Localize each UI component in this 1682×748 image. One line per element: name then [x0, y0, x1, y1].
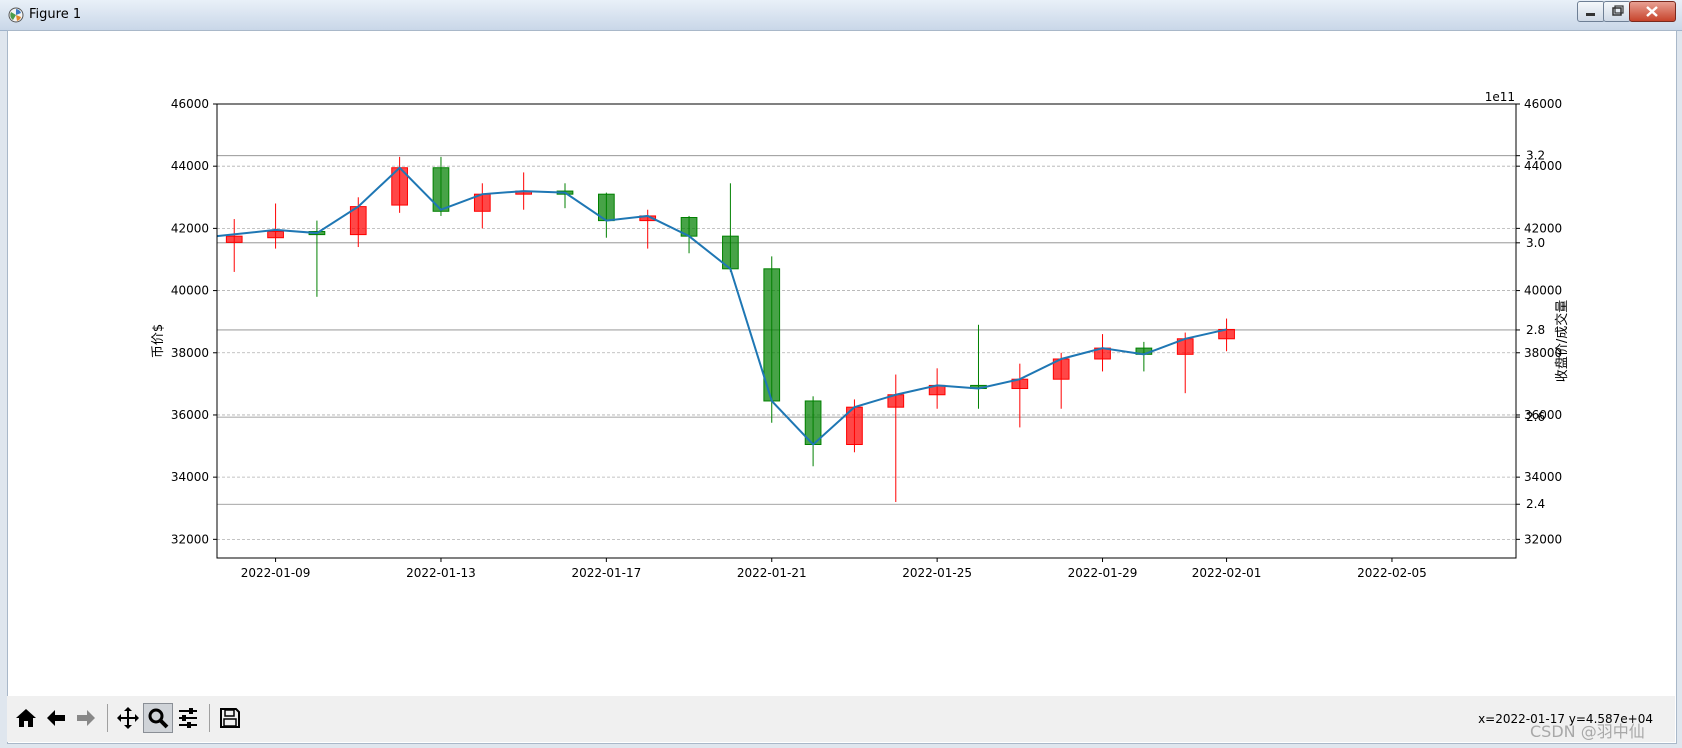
x-tick-label: 2022-01-29: [1068, 566, 1138, 580]
pan-button[interactable]: [113, 703, 143, 733]
back-button[interactable]: [41, 703, 71, 733]
close-button[interactable]: [1629, 1, 1676, 22]
y-axis-volume: 2.4 2.6 2.8 3.0 3.2: [1516, 149, 1545, 511]
right-tick-label: 32000: [1524, 532, 1562, 546]
volume-tick-label: 2.6: [1526, 410, 1545, 424]
maximize-button[interactable]: [1603, 1, 1631, 22]
volume-grid: [217, 155, 1516, 505]
y-tick-label: 34000: [171, 470, 209, 484]
candlestick-chart[interactable]: 2022-01-09 2022-01-13 2022-01-17 2022-01-21…: [8, 31, 1676, 697]
zoom-icon: [148, 708, 169, 729]
y-tick-label: 36000: [171, 408, 209, 422]
candle-body: [225, 235, 243, 243]
close-icon: [1646, 6, 1658, 17]
forward-arrow-icon: [77, 710, 95, 726]
candles: [225, 156, 1235, 503]
y-axis-label-right: 收盘价/成交量: [1554, 300, 1570, 382]
close-line: [216, 166, 1227, 446]
volume-tick-label: 2.4: [1526, 497, 1545, 511]
matplotlib-app-icon: [8, 7, 24, 23]
volume-tick-label: 3.2: [1526, 149, 1545, 163]
back-arrow-icon: [47, 710, 65, 726]
toolbar-separator: [209, 704, 210, 732]
y-tick-label: 38000: [171, 346, 209, 360]
figure-canvas-area[interactable]: 2022-01-09 2022-01-13 2022-01-17 2022-01-21…: [7, 30, 1677, 744]
y-tick-label: 40000: [171, 284, 209, 298]
close-price-line: [216, 166, 1227, 446]
minimize-icon: [1586, 13, 1595, 16]
x-tick-label: 2022-02-01: [1192, 566, 1262, 580]
watermark-text: CSDN @羽中仙: [1530, 722, 1645, 741]
volume-tick-label: 2.8: [1526, 323, 1545, 337]
x-tick-label: 2022-01-25: [902, 566, 972, 580]
right-tick-label: 42000: [1524, 221, 1562, 235]
toolbar-separator: [107, 704, 108, 732]
forward-button[interactable]: [71, 703, 101, 733]
y-tick-label: 32000: [171, 532, 209, 546]
y-axis-left: 32000 34000 36000 38000 40000 42000 44000 46000: [171, 97, 217, 546]
y-tick-label: 46000: [171, 97, 209, 111]
window-title: Figure 1: [29, 7, 82, 22]
configure-subplots-button[interactable]: [173, 703, 203, 733]
save-button[interactable]: [215, 703, 245, 733]
grid: [217, 103, 1516, 540]
navigation-toolbar: x=2022-01-17 y=4.587e+04: [7, 696, 1675, 742]
y-tick-label: 42000: [171, 221, 209, 235]
x-tick-label: 2022-02-05: [1357, 566, 1427, 580]
plot-frame: [216, 103, 1517, 559]
pan-icon: [117, 707, 139, 729]
x-tick-label: 2022-01-21: [737, 566, 807, 580]
x-tick-label: 2022-01-09: [241, 566, 311, 580]
title-bar[interactable]: Figure 1: [0, 0, 1682, 31]
sliders-icon: [179, 708, 197, 728]
right-tick-label: 34000: [1524, 470, 1562, 484]
minimize-button[interactable]: [1577, 1, 1605, 22]
x-axis: 2022-01-09 2022-01-13 2022-01-17 2022-01-21…: [241, 558, 1427, 580]
right-tick-label: 46000: [1524, 97, 1562, 111]
y-axis-label-left: 币价$: [151, 324, 166, 358]
home-button[interactable]: [11, 703, 41, 733]
y-tick-label: 44000: [171, 159, 209, 173]
zoom-button[interactable]: [143, 703, 173, 733]
x-tick-label: 2022-01-13: [406, 566, 476, 580]
volume-tick-label: 3.0: [1526, 236, 1545, 250]
right-tick-label: 40000: [1524, 284, 1562, 298]
figure-window: Figure 1 2022-01-09 2022-01-13 2022-01-17 2…: [0, 0, 1682, 748]
x-tick-label: 2022-01-17: [571, 566, 641, 580]
restore-icon: [1612, 5, 1624, 16]
save-icon: [220, 708, 240, 728]
candle-body: [267, 230, 284, 239]
offset-text: 1e11: [1485, 90, 1515, 104]
home-icon: [16, 709, 36, 727]
